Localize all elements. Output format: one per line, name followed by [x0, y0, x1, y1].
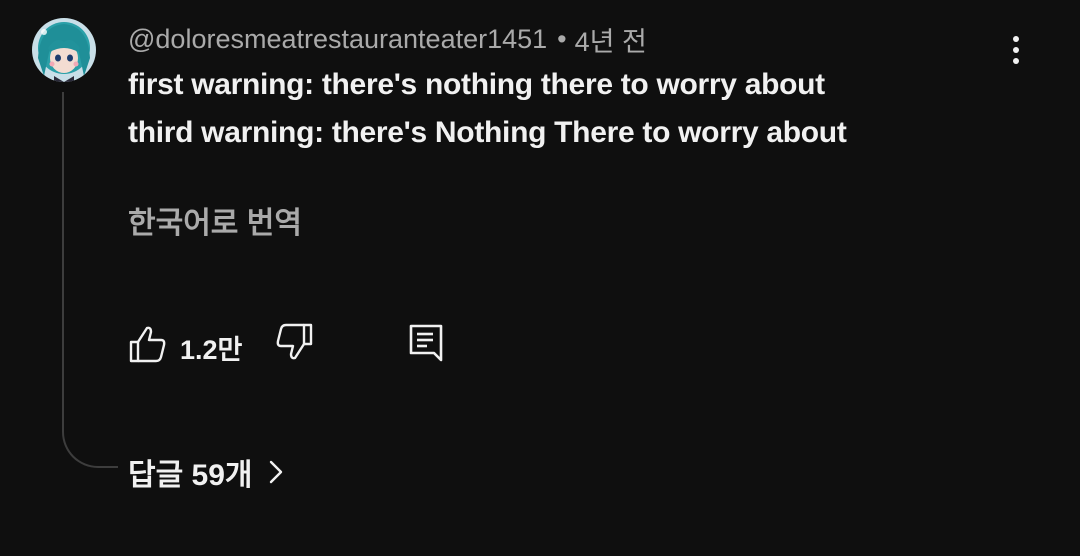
timestamp[interactable]: 4년 전 — [575, 20, 647, 59]
translate-link[interactable]: 한국어로 번역 — [128, 198, 302, 242]
more-vertical-icon — [1013, 36, 1019, 64]
comment-text-line: third warning: there's Nothing There to … — [128, 116, 847, 149]
view-replies-button[interactable]: 답글 59개 — [128, 450, 285, 494]
comment-thread: @doloresmeatrestauranteater1451 • 4년 전 f… — [0, 0, 1080, 556]
comment-header: @doloresmeatrestauranteater1451 • 4년 전 — [128, 23, 647, 57]
like-button[interactable] — [128, 324, 168, 364]
replies-count-label: 답글 59개 — [128, 459, 253, 492]
chevron-right-icon — [269, 460, 282, 484]
more-actions-button[interactable] — [996, 30, 1036, 70]
reply-button[interactable] — [406, 322, 446, 364]
reply-comment-icon — [409, 324, 443, 362]
avatar[interactable] — [32, 18, 96, 82]
avatar-image — [32, 18, 96, 82]
thumbs-up-icon — [129, 326, 166, 363]
like-count: 1.2만 — [180, 335, 243, 365]
thumbs-down-icon — [276, 323, 313, 360]
header-separator: • — [557, 23, 567, 54]
thread-connector-line — [62, 92, 118, 468]
author-name[interactable]: @doloresmeatrestauranteater1451 — [128, 24, 547, 55]
dislike-button[interactable] — [274, 322, 314, 362]
comment-text-line: first warning: there's nothing there to … — [128, 68, 825, 101]
